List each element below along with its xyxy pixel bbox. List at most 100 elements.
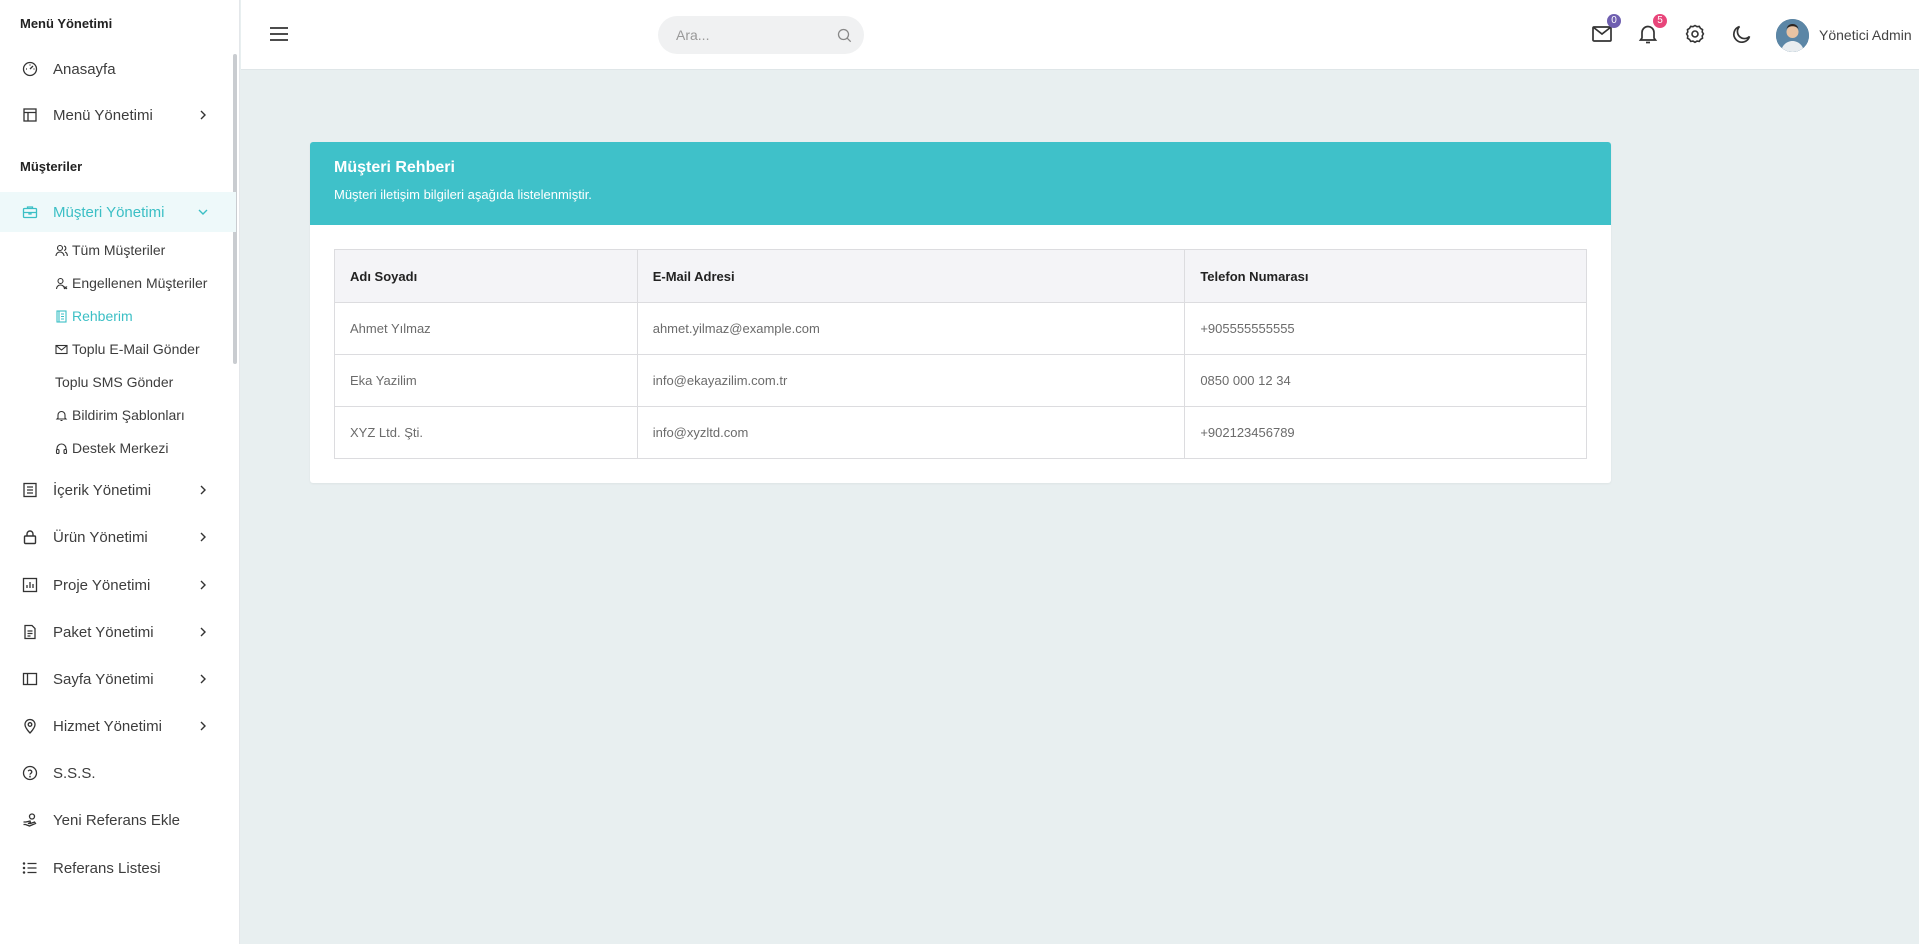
user-x-icon bbox=[55, 277, 68, 290]
user-name: Yönetici Admin bbox=[1819, 27, 1912, 43]
settings-button[interactable] bbox=[1684, 23, 1706, 45]
subitem-label: Rehberim bbox=[72, 308, 133, 324]
table-row: XYZ Ltd. Şti. info@xyzltd.com +902123456… bbox=[334, 406, 1587, 459]
chevron-right-icon bbox=[200, 485, 206, 495]
chevron-right-icon bbox=[200, 627, 206, 637]
document-icon bbox=[22, 624, 38, 640]
sidebar-item-customers[interactable]: Müşteri Yönetimi bbox=[0, 192, 236, 232]
list-icon bbox=[22, 860, 38, 876]
search-box bbox=[658, 16, 864, 54]
sidebar-item-label: Anasayfa bbox=[53, 60, 116, 78]
cell-email: ahmet.yilmaz@example.com bbox=[636, 302, 1186, 355]
sidebar-item-new-reference[interactable]: Yeni Referans Ekle bbox=[0, 800, 236, 840]
chevron-down-icon bbox=[198, 209, 208, 215]
sidebar-layout-icon bbox=[22, 671, 38, 687]
subitem-notification-templates[interactable]: Bildirim Şablonları bbox=[55, 403, 185, 427]
subitem-support-center[interactable]: Destek Merkezi bbox=[55, 436, 168, 460]
card-subtitle: Müşteri iletişim bilgileri aşağıda liste… bbox=[334, 187, 592, 202]
briefcase-icon bbox=[22, 204, 38, 220]
hand-coins-icon bbox=[22, 812, 38, 828]
contacts-table: Adı Soyadı E-Mail Adresi Telefon Numaras… bbox=[334, 249, 1587, 459]
sidebar-item-products[interactable]: Ürün Yönetimi bbox=[0, 517, 236, 557]
user-menu[interactable]: Yönetici Admin bbox=[1776, 18, 1912, 52]
sidebar-item-label: Yeni Referans Ekle bbox=[53, 811, 181, 829]
chevron-right-icon bbox=[200, 110, 206, 120]
messages-button[interactable]: 0 bbox=[1591, 14, 1621, 45]
sidebar-item-projects[interactable]: Proje Yönetimi bbox=[0, 565, 236, 605]
hamburger-menu-icon[interactable] bbox=[269, 24, 289, 44]
content-icon bbox=[22, 482, 38, 498]
subitem-label: Toplu SMS Gönder bbox=[55, 374, 174, 390]
table-header-row: Adı Soyadı E-Mail Adresi Telefon Numaras… bbox=[334, 249, 1587, 303]
sidebar-item-label: Paket Yönetimi bbox=[53, 623, 154, 641]
sidebar-item-home[interactable]: Anasayfa bbox=[0, 49, 236, 89]
dashboard-icon bbox=[22, 61, 38, 77]
mail-count-badge: 0 bbox=[1607, 14, 1621, 28]
search-icon[interactable] bbox=[837, 28, 852, 43]
sidebar-item-label: Menü Yönetimi bbox=[53, 106, 153, 124]
top-header: 0 5 Yönetici Admin bbox=[241, 0, 1919, 70]
customer-directory-card: Müşteri Rehberi Müşteri iletişim bilgile… bbox=[310, 142, 1611, 483]
column-header-name: Adı Soyadı bbox=[334, 249, 638, 303]
cell-phone: +902123456789 bbox=[1184, 406, 1587, 459]
notification-count-badge: 5 bbox=[1653, 14, 1667, 28]
sidebar-item-label: Ürün Yönetimi bbox=[53, 528, 148, 546]
card-header: Müşteri Rehberi Müşteri iletişim bilgile… bbox=[310, 142, 1611, 225]
section-title-menu: Menü Yönetimi bbox=[20, 16, 113, 31]
card-title: Müşteri Rehberi bbox=[334, 159, 455, 176]
gear-icon bbox=[1685, 24, 1705, 44]
sidebar-item-reference-list[interactable]: Referans Listesi bbox=[0, 848, 236, 888]
notifications-button[interactable]: 5 bbox=[1637, 14, 1667, 45]
sidebar-item-menu[interactable]: Menü Yönetimi bbox=[0, 95, 236, 135]
chevron-right-icon bbox=[200, 532, 206, 542]
sidebar-item-label: İçerik Yönetimi bbox=[53, 481, 152, 499]
lock-bag-icon bbox=[22, 529, 38, 545]
table-row: Eka Yazilim info@ekayazilim.com.tr 0850 … bbox=[334, 354, 1587, 407]
subitem-directory[interactable]: Rehberim bbox=[55, 304, 133, 328]
subitem-label: Destek Merkezi bbox=[72, 440, 169, 456]
subitem-label: Tüm Müşteriler bbox=[72, 242, 166, 258]
help-circle-icon bbox=[22, 765, 38, 781]
chevron-right-icon bbox=[200, 674, 206, 684]
cell-name: Ahmet Yılmaz bbox=[334, 302, 638, 355]
sidebar-item-label: Sayfa Yönetimi bbox=[53, 670, 154, 688]
sidebar-item-pages[interactable]: Sayfa Yönetimi bbox=[0, 659, 236, 699]
subitem-label: Toplu E-Mail Gönder bbox=[72, 341, 200, 357]
subitem-all-customers[interactable]: Tüm Müşteriler bbox=[55, 238, 165, 262]
sidebar-item-label: S.S.S. bbox=[53, 764, 96, 782]
subitem-bulk-email[interactable]: Toplu E-Mail Gönder bbox=[55, 337, 200, 361]
sidebar-item-services[interactable]: Hizmet Yönetimi bbox=[0, 706, 236, 746]
sidebar-item-label: Hizmet Yönetimi bbox=[53, 717, 162, 735]
chevron-right-icon bbox=[200, 580, 206, 590]
chevron-right-icon bbox=[200, 721, 206, 731]
sidebar-item-content[interactable]: İçerik Yönetimi bbox=[0, 470, 236, 510]
subitem-blocked-customers[interactable]: Engellenen Müşteriler bbox=[55, 271, 207, 295]
sidebar: Menü Yönetimi Anasayfa Menü Yönetimi Müş… bbox=[0, 0, 240, 944]
mail-icon bbox=[55, 343, 68, 356]
bell-icon bbox=[55, 409, 68, 422]
column-header-phone: Telefon Numarası bbox=[1184, 249, 1587, 303]
cell-name: XYZ Ltd. Şti. bbox=[334, 406, 638, 459]
subitem-bulk-sms[interactable]: Toplu SMS Gönder bbox=[55, 370, 173, 394]
theme-toggle-button[interactable] bbox=[1731, 23, 1753, 45]
avatar bbox=[1776, 18, 1809, 52]
sidebar-item-label: Referans Listesi bbox=[53, 859, 161, 877]
moon-icon bbox=[1733, 25, 1751, 43]
cell-phone: +905555555555 bbox=[1184, 302, 1587, 355]
sidebar-item-label: Müşteri Yönetimi bbox=[53, 203, 165, 221]
cell-email: info@xyzltd.com bbox=[636, 406, 1186, 459]
section-title-customers: Müşteriler bbox=[20, 159, 83, 174]
chart-icon bbox=[22, 577, 38, 593]
location-pin-icon bbox=[22, 718, 38, 734]
headset-icon bbox=[55, 442, 68, 455]
table-row: Ahmet Yılmaz ahmet.yilmaz@example.com +9… bbox=[334, 302, 1587, 355]
search-input[interactable] bbox=[676, 25, 826, 45]
address-book-icon bbox=[55, 309, 68, 323]
cell-phone: 0850 000 12 34 bbox=[1184, 354, 1587, 407]
users-icon bbox=[55, 244, 68, 257]
column-header-email: E-Mail Adresi bbox=[636, 249, 1186, 303]
cell-email: info@ekayazilim.com.tr bbox=[636, 354, 1186, 407]
sidebar-item-packages[interactable]: Paket Yönetimi bbox=[0, 612, 236, 652]
sidebar-item-faq[interactable]: S.S.S. bbox=[0, 753, 236, 793]
cell-name: Eka Yazilim bbox=[334, 354, 638, 407]
